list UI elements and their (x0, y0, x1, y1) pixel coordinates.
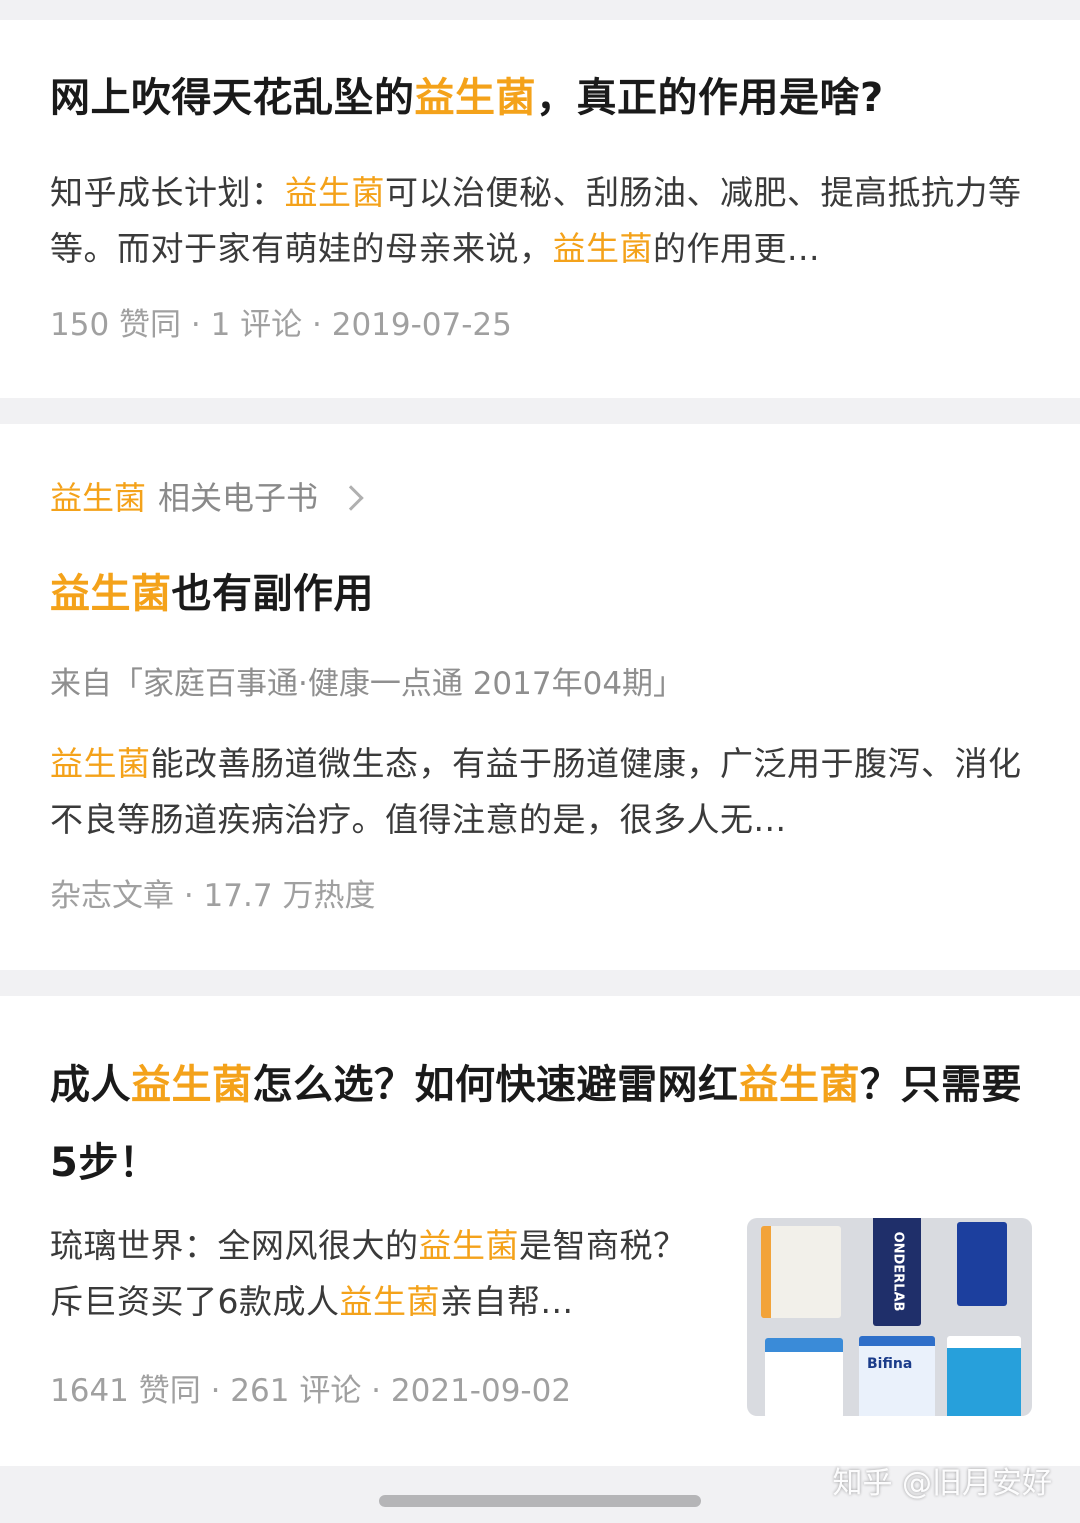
related-ebooks-link[interactable]: 益生菌 相关电子书 (50, 476, 364, 520)
keyword-highlight: 益生菌 (50, 479, 147, 517)
title-text: ，真正的作用是啥? (536, 75, 884, 121)
home-indicator[interactable] (379, 1495, 701, 1507)
result-thumbnail[interactable]: ONDERLAB Bifina (747, 1218, 1032, 1416)
excerpt-author: 知乎成长计划： (50, 173, 285, 212)
product-box-cyan (947, 1336, 1021, 1416)
search-result-card-2[interactable]: 益生菌 相关电子书 益生菌也有副作用 来自「家庭百事通·健康一点通 2017年0… (0, 424, 1080, 970)
search-result-card-1[interactable]: 网上吹得天花乱坠的益生菌，真正的作用是啥? 知乎成长计划：益生菌可以治便秘、刮肠… (0, 20, 1080, 398)
product-box-orange (761, 1226, 841, 1318)
result-meta: 1641 赞同 · 261 评论 · 2021-09-02 (50, 1373, 572, 1409)
excerpt-text: 能改善肠道微生态，有益于肠道健康，广泛用于腹泻、消化不良等肠道疾病治疗。值得注意… (50, 744, 1022, 839)
excerpt-text: 的作用更... (653, 229, 820, 268)
title-text: 也有副作用 (171, 571, 374, 617)
product-label-bifina: Bifina (867, 1356, 913, 1372)
search-result-card-3[interactable]: 成人益生菌怎么选？如何快速避雷网红益生菌？只需要5步！ 琉璃世界：全网风很大的益… (0, 996, 1080, 1466)
result-title[interactable]: 成人益生菌怎么选？如何快速避雷网红益生菌？只需要5步！ (50, 1046, 1030, 1202)
result-meta: 杂志文章 · 17.7 万热度 (50, 878, 376, 914)
related-ebooks-label: 相关电子书 (158, 479, 319, 517)
keyword-highlight: 益生菌 (552, 229, 653, 268)
result-title[interactable]: 网上吹得天花乱坠的益生菌，真正的作用是啥? (50, 68, 1040, 128)
keyword-highlight: 益生菌 (131, 1062, 253, 1108)
result-excerpt: 琉璃世界：全网风很大的益生菌是智商税？斥巨资买了6款成人益生菌亲自帮... (50, 1218, 710, 1330)
result-source: 来自「家庭百事通·健康一点通 2017年04期」 (50, 666, 685, 702)
keyword-highlight: 益生菌 (418, 1226, 519, 1265)
product-box-white (765, 1338, 843, 1416)
title-text: 网上吹得天花乱坠的 (50, 75, 415, 121)
excerpt-author: 琉璃世界：全网风很大的 (50, 1226, 419, 1265)
keyword-highlight: 益生菌 (339, 1282, 440, 1321)
title-text: 怎么选？如何快速避雷网红 (252, 1062, 739, 1108)
keyword-highlight: 益生菌 (284, 173, 385, 212)
chevron-right-icon (338, 485, 364, 511)
keyword-highlight: 益生菌 (50, 744, 151, 783)
product-label-onderlab: ONDERLAB (890, 1231, 906, 1312)
product-box-bifina (859, 1336, 935, 1416)
excerpt-text: 亲自帮... (440, 1282, 574, 1321)
keyword-highlight: 益生菌 (414, 75, 536, 121)
result-excerpt: 益生菌能改善肠道微生态，有益于肠道健康，广泛用于腹泻、消化不良等肠道疾病治疗。值… (50, 736, 1035, 848)
result-excerpt: 知乎成长计划：益生菌可以治便秘、刮肠油、减肥、提高抵抗力等等。而对于家有萌娃的母… (50, 165, 1035, 277)
keyword-highlight: 益生菌 (50, 571, 172, 617)
product-box-blue (957, 1222, 1007, 1306)
keyword-highlight: 益生菌 (738, 1062, 860, 1108)
title-text: 成人 (50, 1062, 131, 1108)
result-title[interactable]: 益生菌也有副作用 (50, 564, 1040, 624)
zhihu-watermark: 知乎 @旧月安好 (832, 1466, 1052, 1501)
result-meta: 150 赞同 · 1 评论 · 2019-07-25 (50, 307, 512, 343)
